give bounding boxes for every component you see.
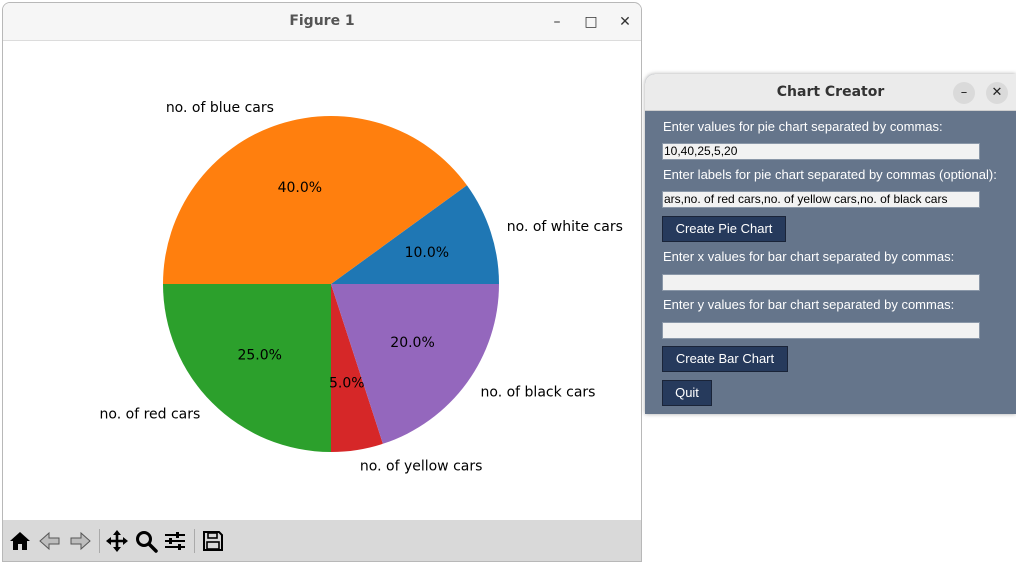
save-icon[interactable]	[201, 529, 225, 553]
minimize-button[interactable]: –	[546, 11, 568, 33]
pie-percent-label: 20.0%	[390, 335, 434, 351]
close-button[interactable]: ✕	[614, 11, 636, 33]
pie-labels-input[interactable]: ars,no. of red cars,no. of yellow cars,n…	[662, 191, 980, 208]
pie-percent-label: 25.0%	[237, 347, 281, 363]
home-icon[interactable]	[8, 529, 32, 553]
chart-creator-window: Chart Creator – ✕ Enter values for pie c…	[645, 74, 1016, 414]
pie-percent-label: 40.0%	[278, 180, 322, 196]
zoom-icon[interactable]	[134, 529, 158, 553]
maximize-button[interactable]: □	[580, 11, 602, 33]
pie-slice-red-cars	[163, 284, 331, 452]
bar-x-values-label: Enter x values for bar chart separated b…	[663, 249, 955, 264]
minimize-button[interactable]: –	[953, 82, 975, 104]
back-arrow-icon[interactable]	[38, 529, 62, 553]
pie-values-input[interactable]: 10,40,25,5,20	[662, 143, 980, 160]
pie-category-label: no. of red cars	[100, 407, 201, 423]
forward-arrow-icon[interactable]	[68, 529, 92, 553]
bar-y-values-label: Enter y values for bar chart separated b…	[663, 297, 955, 312]
pie-chart: 10.0% no. of white cars 40.0% no. of blue c…	[100, 100, 623, 475]
toolbar-separator	[194, 529, 195, 553]
figure-window: Figure 1 – □ ✕ 10.0% no. of white cars 40.…	[2, 2, 642, 562]
create-pie-chart-button[interactable]: Create Pie Chart	[662, 216, 786, 242]
navigation-toolbar	[3, 520, 641, 561]
pie-percent-label: 10.0%	[405, 245, 449, 261]
configure-subplots-icon[interactable]	[163, 529, 187, 553]
pie-category-label: no. of black cars	[481, 385, 596, 401]
quit-button[interactable]: Quit	[662, 380, 712, 406]
figure-titlebar[interactable]: Figure 1 – □ ✕	[3, 3, 641, 41]
bar-x-values-input[interactable]	[662, 274, 980, 291]
pie-category-label: no. of yellow cars	[360, 459, 483, 475]
pie-category-label: no. of blue cars	[166, 100, 274, 116]
create-bar-chart-button[interactable]: Create Bar Chart	[662, 346, 788, 372]
bar-y-values-input[interactable]	[662, 322, 980, 339]
pie-category-label: no. of white cars	[507, 219, 623, 235]
toolbar-separator	[99, 529, 100, 553]
pie-values-label: Enter values for pie chart separated by …	[663, 119, 943, 134]
pie-percent-label: 5.0%	[329, 376, 365, 392]
chart-creator-titlebar[interactable]: Chart Creator – ✕	[645, 74, 1016, 111]
close-button[interactable]: ✕	[986, 82, 1008, 104]
figure-canvas[interactable]: 10.0% no. of white cars 40.0% no. of blue c…	[3, 40, 641, 520]
pan-icon[interactable]	[105, 529, 129, 553]
pie-labels-label: Enter labels for pie chart separated by …	[663, 167, 997, 182]
